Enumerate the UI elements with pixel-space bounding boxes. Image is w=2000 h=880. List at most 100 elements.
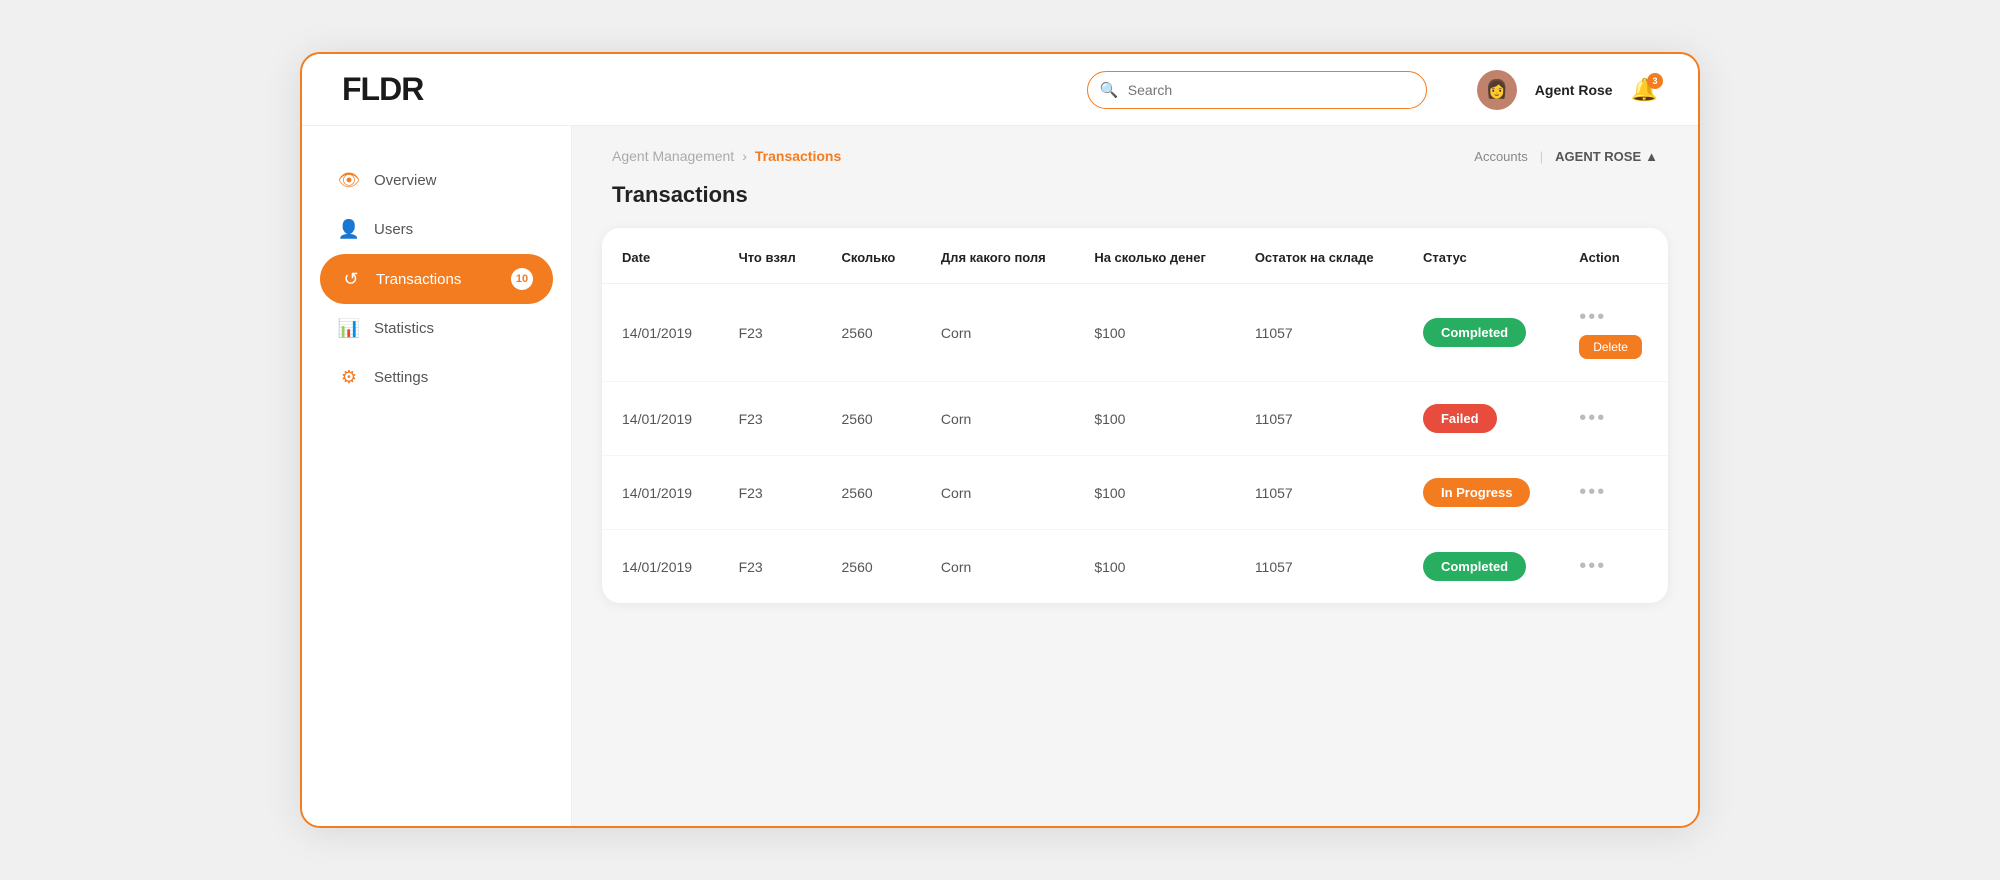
cell-status: Completed: [1403, 284, 1559, 382]
sidebar-label-transactions: Transactions: [376, 271, 461, 288]
cell-action: •••: [1559, 382, 1668, 456]
col-field: Для какого поля: [921, 228, 1074, 284]
cell-money: $100: [1074, 530, 1234, 604]
table-body: 14/01/2019 F23 2560 Corn $100 11057 Comp…: [602, 284, 1668, 604]
breadcrumb-separator: ›: [742, 148, 747, 164]
users-icon: 👤: [338, 219, 360, 240]
cell-date: 14/01/2019: [602, 456, 719, 530]
avatar: 👩: [1477, 70, 1517, 110]
accounts-link[interactable]: Accounts: [1474, 149, 1527, 164]
col-what: Что взял: [719, 228, 822, 284]
topbar: Agent Management › Transactions Accounts…: [572, 126, 1698, 174]
cell-status: Completed: [1403, 530, 1559, 604]
cell-qty: 2560: [822, 382, 921, 456]
cell-status: In Progress: [1403, 456, 1559, 530]
statistics-icon: 📊: [338, 318, 360, 339]
search-icon: 🔍: [1100, 81, 1119, 99]
cell-stock: 11057: [1235, 284, 1403, 382]
action-menu-button[interactable]: •••: [1579, 555, 1606, 578]
col-qty: Сколько: [822, 228, 921, 284]
logo: FLDR: [342, 71, 423, 108]
breadcrumb: Agent Management › Transactions: [612, 148, 841, 164]
cell-field: Corn: [921, 456, 1074, 530]
app-frame: FLDR 🔍 👩 Agent Rose 🔔 3 👁 Overview 👤 Use…: [300, 52, 1700, 828]
agent-name: Agent Rose: [1535, 82, 1613, 98]
action-menu-button[interactable]: •••: [1579, 481, 1606, 504]
cell-action: •••: [1559, 530, 1668, 604]
action-menu-button[interactable]: •••: [1579, 306, 1606, 329]
topbar-right: Accounts | AGENT ROSE ▲: [1474, 149, 1658, 164]
action-menu-button[interactable]: •••: [1579, 407, 1606, 430]
header: FLDR 🔍 👩 Agent Rose 🔔 3: [302, 54, 1698, 126]
col-stock: Остаток на складе: [1235, 228, 1403, 284]
sidebar-item-transactions[interactable]: ↺ Transactions 10: [320, 254, 553, 304]
cell-field: Corn: [921, 284, 1074, 382]
cell-field: Corn: [921, 382, 1074, 456]
cell-qty: 2560: [822, 456, 921, 530]
table-row: 14/01/2019 F23 2560 Corn $100 11057 Comp…: [602, 530, 1668, 604]
status-badge: In Progress: [1423, 478, 1531, 507]
cell-stock: 11057: [1235, 456, 1403, 530]
table-row: 14/01/2019 F23 2560 Corn $100 11057 Comp…: [602, 284, 1668, 382]
sidebar-label-statistics: Statistics: [374, 320, 434, 337]
status-badge: Completed: [1423, 552, 1526, 581]
cell-money: $100: [1074, 284, 1234, 382]
breadcrumb-parent: Agent Management: [612, 148, 734, 164]
table-row: 14/01/2019 F23 2560 Corn $100 11057 In P…: [602, 456, 1668, 530]
overview-icon: 👁: [338, 170, 360, 191]
sidebar-item-overview[interactable]: 👁 Overview: [302, 156, 571, 205]
page-title: Transactions: [612, 182, 1658, 208]
sidebar-item-statistics[interactable]: 📊 Statistics: [302, 304, 571, 353]
cell-field: Corn: [921, 530, 1074, 604]
cell-status: Failed: [1403, 382, 1559, 456]
agent-rose-link[interactable]: AGENT ROSE ▲: [1555, 149, 1658, 164]
col-money: На сколько денег: [1074, 228, 1234, 284]
sidebar-label-settings: Settings: [374, 369, 428, 386]
sidebar-label-users: Users: [374, 221, 413, 238]
transactions-table-card: Date Что взял Сколько Для какого поля На…: [602, 228, 1668, 603]
bell-button[interactable]: 🔔 3: [1631, 77, 1658, 103]
search-input[interactable]: [1087, 71, 1427, 109]
cell-money: $100: [1074, 382, 1234, 456]
page-title-bar: Transactions: [572, 174, 1698, 228]
sidebar-label-overview: Overview: [374, 172, 437, 189]
cell-what: F23: [719, 284, 822, 382]
main-content: Agent Management › Transactions Accounts…: [572, 126, 1698, 826]
cell-action: ••• Delete: [1559, 284, 1668, 382]
table-row: 14/01/2019 F23 2560 Corn $100 11057 Fail…: [602, 382, 1668, 456]
cell-stock: 11057: [1235, 382, 1403, 456]
header-right: 👩 Agent Rose 🔔 3: [1477, 70, 1658, 110]
agent-rose-label: AGENT ROSE: [1555, 149, 1641, 164]
topbar-divider: |: [1540, 149, 1543, 164]
cell-money: $100: [1074, 456, 1234, 530]
col-status: Статус: [1403, 228, 1559, 284]
status-badge: Completed: [1423, 318, 1526, 347]
sidebar-item-settings[interactable]: ⚙ Settings: [302, 353, 571, 402]
cell-what: F23: [719, 382, 822, 456]
body: 👁 Overview 👤 Users ↺ Transactions 10 📊 S…: [302, 126, 1698, 826]
sidebar-item-users[interactable]: 👤 Users: [302, 205, 571, 254]
cell-what: F23: [719, 530, 822, 604]
search-wrap: 🔍: [1087, 71, 1427, 109]
delete-button[interactable]: Delete: [1579, 335, 1642, 359]
agent-rose-arrow: ▲: [1645, 149, 1658, 164]
cell-qty: 2560: [822, 284, 921, 382]
cell-date: 14/01/2019: [602, 382, 719, 456]
settings-icon: ⚙: [338, 367, 360, 388]
cell-stock: 11057: [1235, 530, 1403, 604]
cell-date: 14/01/2019: [602, 284, 719, 382]
table-header: Date Что взял Сколько Для какого поля На…: [602, 228, 1668, 284]
transactions-icon: ↺: [340, 269, 362, 290]
transactions-table: Date Что взял Сколько Для какого поля На…: [602, 228, 1668, 603]
status-badge: Failed: [1423, 404, 1497, 433]
cell-date: 14/01/2019: [602, 530, 719, 604]
cell-action: •••: [1559, 456, 1668, 530]
cell-qty: 2560: [822, 530, 921, 604]
col-date: Date: [602, 228, 719, 284]
cell-what: F23: [719, 456, 822, 530]
notification-badge: 3: [1647, 73, 1663, 89]
col-action: Action: [1559, 228, 1668, 284]
breadcrumb-current: Transactions: [755, 148, 841, 164]
transactions-badge: 10: [511, 268, 533, 290]
sidebar: 👁 Overview 👤 Users ↺ Transactions 10 📊 S…: [302, 126, 572, 826]
